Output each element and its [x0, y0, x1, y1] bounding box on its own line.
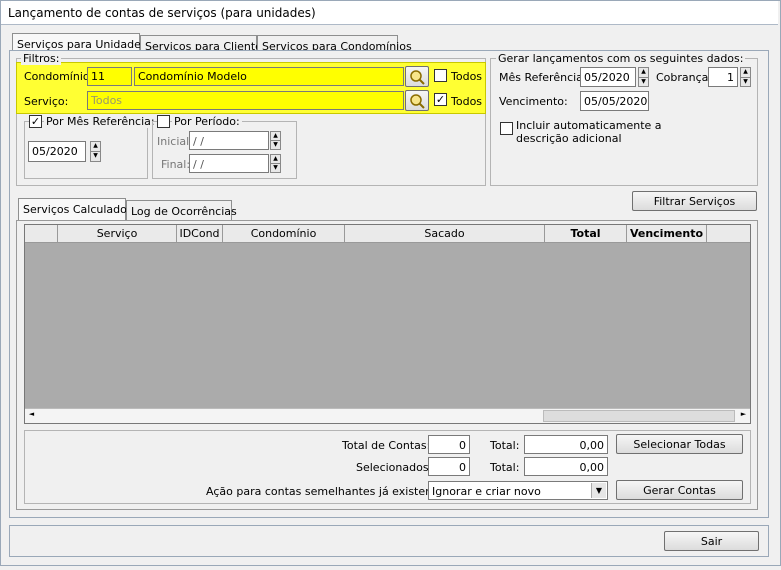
- col-total[interactable]: Total: [545, 225, 627, 242]
- cobranca-label: Cobrança:: [656, 71, 713, 84]
- inicial-label: Inicial:: [157, 135, 193, 148]
- incluir-label-line1: Incluir automaticamente a: [516, 119, 662, 132]
- cobranca-field[interactable]: 1: [708, 67, 738, 87]
- condominio-todos-label: Todos: [451, 70, 483, 83]
- total-value-field: 0,00: [524, 435, 608, 454]
- horizontal-scrollbar[interactable]: ◄ ►: [25, 408, 750, 423]
- tab-servicos-calculados[interactable]: Serviços Calculados: [18, 198, 133, 221]
- inicial-date-field[interactable]: / /: [189, 131, 269, 150]
- total2-value-field: 0,00: [524, 457, 608, 476]
- filtros-legend: Filtros:: [21, 52, 62, 65]
- total-contas-label: Total de Contas:: [342, 439, 431, 452]
- scrollbar-thumb[interactable]: [543, 410, 735, 422]
- vencimento-field[interactable]: 05/05/2020: [580, 91, 649, 111]
- window-title: Lançamento de contas de serviços (para u…: [1, 1, 778, 25]
- gerar-contas-button[interactable]: Gerar Contas: [616, 480, 743, 500]
- grid-header: Serviço IDCond Condomínio Sacado Total V…: [25, 225, 750, 243]
- final-date-field[interactable]: / /: [189, 154, 269, 173]
- scrollbar-track[interactable]: [41, 411, 541, 421]
- acao-select[interactable]: Ignorar e criar novo ▼: [428, 481, 608, 500]
- vencimento-label: Vencimento:: [499, 95, 568, 108]
- inicial-spinner[interactable]: ▲ ▼: [270, 131, 281, 150]
- col-vencimento[interactable]: Vencimento: [627, 225, 707, 242]
- servico-todos-label: Todos: [451, 95, 483, 108]
- condominio-name-field[interactable]: Condomínio Modelo: [134, 67, 404, 86]
- por-periodo-label: Por Período:: [172, 115, 242, 128]
- grid-header-filler: [707, 225, 750, 242]
- sair-button[interactable]: Sair: [664, 531, 759, 551]
- search-icon: [410, 94, 425, 109]
- mes-ref-spinner[interactable]: ▲ ▼: [638, 67, 649, 87]
- mes-ref-label: Mês Referência:: [499, 71, 587, 84]
- acao-label: Ação para contas semelhantes já existent…: [206, 485, 453, 498]
- incluir-label-line2: descrição adicional: [516, 132, 622, 145]
- selecionados-field: 0: [428, 457, 470, 476]
- servico-field[interactable]: Todos: [87, 91, 404, 110]
- bottom-panel: [9, 525, 769, 557]
- final-label: Final:: [161, 158, 191, 171]
- condominio-label: Condomínio:: [24, 70, 94, 83]
- col-condominio[interactable]: Condomínio: [223, 225, 345, 242]
- col-servico[interactable]: Serviço: [58, 225, 177, 242]
- cobranca-spinner[interactable]: ▲ ▼: [740, 67, 751, 87]
- chevron-down-icon[interactable]: ▼: [591, 483, 606, 498]
- grid-header-indicator: [25, 225, 58, 242]
- selecionados-label: Selecionados:: [356, 461, 433, 474]
- por-periodo-checkbox[interactable]: [157, 115, 170, 128]
- servico-label: Serviço:: [24, 95, 69, 108]
- mes-ref-field[interactable]: 05/2020: [580, 67, 636, 87]
- total-label: Total:: [490, 439, 520, 452]
- selecionar-todas-button[interactable]: Selecionar Todas: [616, 434, 743, 454]
- total-contas-field: 0: [428, 435, 470, 454]
- condominio-id-field[interactable]: 11: [87, 67, 132, 86]
- incluir-descricao-checkbox[interactable]: [500, 122, 513, 135]
- services-grid[interactable]: Serviço IDCond Condomínio Sacado Total V…: [24, 224, 751, 424]
- servico-search-button[interactable]: [405, 90, 429, 111]
- col-sacado[interactable]: Sacado: [345, 225, 545, 242]
- acao-select-value: Ignorar e criar novo: [432, 485, 541, 498]
- scroll-left-icon[interactable]: ◄: [25, 409, 38, 422]
- condominio-todos-checkbox[interactable]: [434, 69, 447, 82]
- gerar-legend: Gerar lançamentos com os seguintes dados…: [496, 52, 746, 65]
- servico-todos-checkbox[interactable]: ✓: [434, 93, 447, 106]
- por-mes-label: Por Mês Referência:: [44, 115, 157, 128]
- por-mes-checkbox[interactable]: ✓: [29, 115, 42, 128]
- tab-log-ocorrencias[interactable]: Log de Ocorrências: [126, 200, 237, 221]
- final-spinner[interactable]: ▲ ▼: [270, 154, 281, 173]
- filtrar-servicos-button[interactable]: Filtrar Serviços: [632, 191, 757, 211]
- search-icon: [410, 70, 425, 85]
- scroll-right-icon[interactable]: ►: [737, 409, 750, 422]
- condominio-search-button[interactable]: [405, 66, 429, 87]
- mes-referencia-filter-field[interactable]: 05/2020: [28, 141, 86, 162]
- total2-label: Total:: [490, 461, 520, 474]
- mes-filter-spinner[interactable]: ▲ ▼: [90, 141, 101, 162]
- col-idcond[interactable]: IDCond: [177, 225, 223, 242]
